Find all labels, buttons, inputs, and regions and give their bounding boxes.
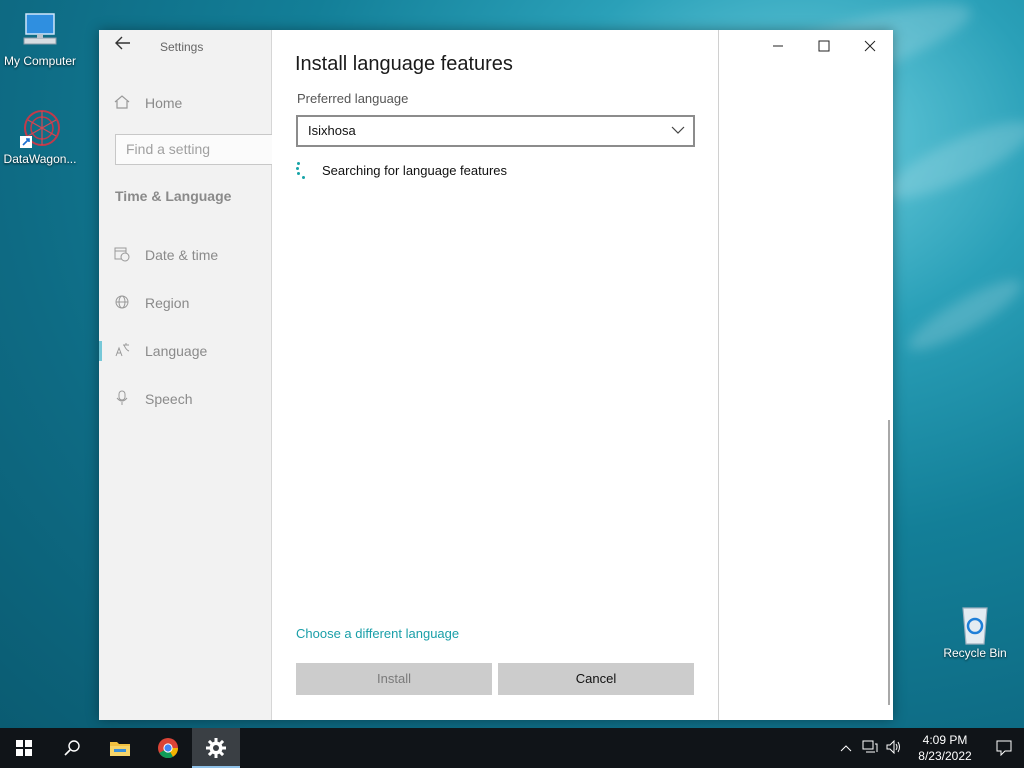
action-center-button[interactable] bbox=[984, 728, 1024, 768]
volume-icon[interactable] bbox=[882, 739, 906, 757]
recycle-bin-icon bbox=[955, 602, 995, 645]
notification-icon bbox=[996, 740, 1012, 756]
minimize-button[interactable] bbox=[755, 30, 801, 62]
sidebar-item-label: Region bbox=[145, 295, 190, 311]
wallpaper-streak bbox=[901, 269, 1024, 361]
folder-icon bbox=[110, 742, 130, 756]
sidebar-item-label: Date & time bbox=[145, 247, 219, 263]
desktop-icon-label: DataWagon... bbox=[3, 152, 77, 166]
desktop-icon-label: My Computer bbox=[3, 54, 77, 68]
clock[interactable]: 4:09 PM 8/23/2022 bbox=[906, 732, 984, 764]
sidebar-item-language[interactable]: Language bbox=[99, 333, 272, 369]
chrome-icon bbox=[158, 738, 179, 759]
globe-icon bbox=[99, 294, 145, 313]
chevron-down-icon bbox=[671, 126, 685, 134]
language-icon bbox=[99, 342, 145, 361]
clock-time: 4:09 PM bbox=[922, 733, 968, 747]
computer-icon bbox=[20, 10, 60, 50]
arrow-left-icon bbox=[115, 36, 130, 50]
cancel-button[interactable]: Cancel bbox=[498, 663, 694, 695]
datawagon-logo-icon bbox=[20, 108, 60, 148]
desktop-icon-my-computer[interactable]: My Computer bbox=[0, 10, 80, 68]
search-icon bbox=[64, 740, 80, 756]
scrollbar[interactable] bbox=[888, 420, 890, 705]
close-button[interactable] bbox=[847, 30, 893, 62]
search-input[interactable]: Find a setting bbox=[115, 134, 275, 165]
sidebar-item-label: Language bbox=[145, 343, 208, 359]
back-button[interactable] bbox=[111, 36, 135, 56]
sidebar-item-label: Speech bbox=[145, 391, 193, 407]
search-status-text: Searching for language features bbox=[322, 162, 508, 178]
selected-language: Isixhosa bbox=[308, 123, 356, 138]
sidebar-item-label: Home bbox=[145, 95, 183, 111]
install-button[interactable]: Install bbox=[296, 663, 492, 695]
calendar-clock-icon bbox=[99, 246, 145, 265]
settings-taskbar-button[interactable] bbox=[192, 728, 240, 768]
file-explorer-button[interactable] bbox=[96, 728, 144, 768]
chrome-button[interactable] bbox=[144, 728, 192, 768]
system-tray: 4:09 PM 8/23/2022 bbox=[834, 728, 1024, 768]
clock-date: 8/23/2022 bbox=[918, 749, 972, 763]
tray-chevron-up-icon[interactable] bbox=[834, 741, 858, 755]
minimize-icon bbox=[773, 45, 783, 47]
desktop-icon-datawagon[interactable]: DataWagon... bbox=[0, 108, 80, 166]
section-title: Time & Language bbox=[115, 188, 232, 204]
search-button[interactable] bbox=[48, 728, 96, 768]
wallpaper-streak bbox=[879, 108, 1024, 212]
close-icon bbox=[864, 40, 876, 52]
desktop-icon-label: Recycle Bin bbox=[943, 646, 1007, 660]
desktop-icon-recycle-bin[interactable]: Recycle Bin bbox=[935, 602, 1015, 660]
maximize-button[interactable] bbox=[801, 30, 847, 62]
taskbar: 4:09 PM 8/23/2022 bbox=[0, 728, 1024, 768]
dialog-title: Install language features bbox=[295, 53, 513, 75]
maximize-icon bbox=[818, 40, 830, 52]
install-language-dialog: Install language features Preferred lang… bbox=[272, 30, 719, 720]
sidebar-item-home[interactable]: Home bbox=[99, 85, 272, 121]
gear-icon bbox=[206, 738, 226, 758]
start-button[interactable] bbox=[0, 728, 48, 768]
windows-logo-icon bbox=[16, 740, 32, 756]
preferred-language-dropdown[interactable]: Isixhosa bbox=[296, 115, 695, 147]
loading-spinner-icon bbox=[296, 161, 312, 179]
search-placeholder: Find a setting bbox=[126, 141, 211, 157]
settings-sidebar: Settings Home Find a setting Time & Lang… bbox=[99, 30, 275, 720]
preferred-language-label: Preferred language bbox=[297, 91, 409, 106]
choose-different-language-link[interactable]: Choose a different language bbox=[296, 626, 459, 641]
settings-window: Settings Home Find a setting Time & Lang… bbox=[99, 30, 893, 720]
sidebar-item-speech[interactable]: Speech bbox=[99, 381, 272, 417]
home-icon bbox=[99, 94, 145, 112]
sidebar-item-date-time[interactable]: Date & time bbox=[99, 237, 272, 273]
app-title: Settings bbox=[160, 40, 204, 54]
sidebar-item-region[interactable]: Region bbox=[99, 285, 272, 321]
network-icon[interactable] bbox=[858, 740, 882, 757]
search-status: Searching for language features bbox=[296, 161, 507, 179]
microphone-icon bbox=[99, 390, 145, 409]
